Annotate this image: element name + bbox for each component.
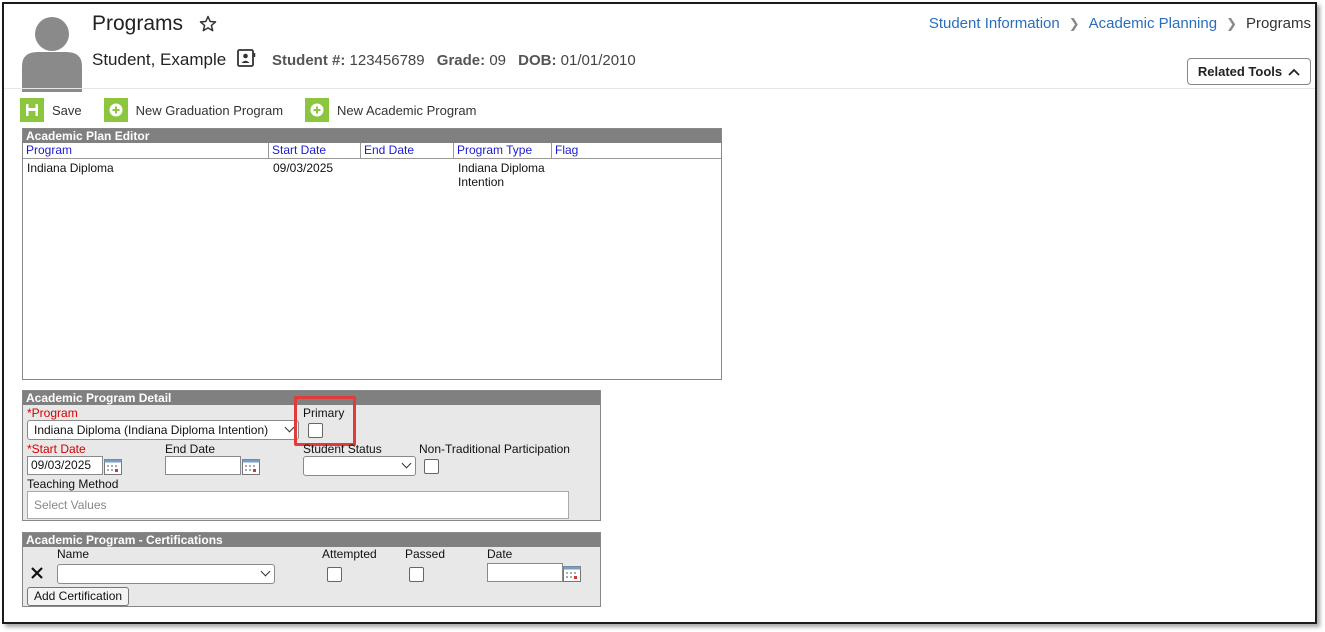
new-academic-program-button[interactable]: New Academic Program (305, 98, 477, 122)
chevron-down-icon (260, 566, 271, 577)
start-date-input[interactable]: 09/03/2025 (27, 456, 103, 475)
column-start-date[interactable]: Start Date (269, 143, 361, 158)
cell-program: Indiana Diploma (27, 161, 114, 175)
breadcrumb-academic-planning[interactable]: Academic Planning (1089, 15, 1217, 32)
cell-flag (552, 161, 612, 189)
panel-title: Academic Program - Certifications (23, 533, 600, 547)
program-select-value: Indiana Diploma (Indiana Diploma Intenti… (34, 423, 269, 437)
chevron-right-icon: ❯ (1068, 15, 1080, 31)
attempted-label: Attempted (322, 547, 377, 561)
cert-name-label: Name (57, 547, 90, 561)
table-row[interactable]: Indiana Diploma 09/03/2025 Indiana Diplo… (23, 159, 721, 189)
add-circle-icon (305, 98, 330, 122)
dob-label: DOB: (518, 52, 557, 69)
breadcrumb: Student Information ❯ Academic Planning … (929, 15, 1311, 32)
teaching-method-multiselect[interactable]: Select Values (27, 491, 569, 519)
page-title: Programs (92, 12, 184, 35)
cell-end-date (361, 161, 454, 189)
calendar-icon[interactable] (104, 459, 122, 475)
end-date-input[interactable] (165, 456, 241, 475)
calendar-icon[interactable] (242, 459, 260, 475)
panel-title: Academic Plan Editor (23, 129, 721, 143)
chevron-up-icon (1288, 68, 1300, 76)
star-icon[interactable] (198, 14, 218, 34)
student-status-select[interactable] (303, 456, 416, 476)
column-flag[interactable]: Flag (552, 143, 612, 158)
chevron-down-icon (401, 458, 412, 469)
student-num-label: Student #: (272, 52, 346, 69)
avatar (22, 17, 82, 92)
column-program[interactable]: Program (23, 143, 269, 158)
student-status-label: Student Status (303, 442, 382, 456)
end-date-label: End Date (165, 442, 216, 456)
program-label: *Program (27, 406, 78, 420)
highlight-box (294, 396, 356, 446)
cell-program-type: Indiana Diploma Intention (458, 161, 545, 189)
grid-header: Program Start Date End Date Program Type… (23, 143, 721, 159)
start-date-label: *Start Date (27, 442, 86, 456)
passed-checkbox[interactable] (409, 567, 424, 582)
delete-icon[interactable] (30, 566, 44, 580)
related-tools-button[interactable]: Related Tools (1187, 58, 1311, 85)
dob-value: 01/01/2010 (560, 52, 636, 69)
calendar-icon[interactable] (563, 566, 581, 582)
column-end-date[interactable]: End Date (361, 143, 454, 158)
certification-name-select[interactable] (57, 564, 275, 584)
toolbar: Save New Graduation Program New Academic… (20, 98, 499, 122)
new-academic-program-label: New Academic Program (337, 102, 477, 118)
non-traditional-label: Non-Traditional Participation (419, 442, 570, 456)
teaching-method-label: Teaching Method (27, 477, 119, 491)
save-icon (20, 98, 44, 122)
program-select[interactable]: Indiana Diploma (Indiana Diploma Intenti… (27, 420, 299, 440)
grade-label: Grade: (436, 52, 486, 69)
chevron-right-icon: ❯ (1226, 15, 1237, 31)
cell-start-date: 09/03/2025 (273, 161, 334, 175)
app-frame: Programs Student, Example Student #: 123… (2, 2, 1317, 624)
non-traditional-checkbox[interactable] (424, 459, 439, 474)
new-graduation-program-label: New Graduation Program (135, 102, 284, 118)
save-label: Save (52, 102, 82, 118)
student-num: 123456789 (349, 52, 425, 69)
column-program-type[interactable]: Program Type (454, 143, 552, 158)
academic-plan-editor: Academic Plan Editor Program Start Date … (22, 128, 722, 380)
student-meta: Student #: 123456789 Grade: 09 DOB: 01/0… (272, 52, 636, 69)
breadcrumb-student-information[interactable]: Student Information (929, 15, 1060, 32)
add-circle-icon (103, 98, 128, 122)
breadcrumb-programs: Programs (1245, 15, 1311, 32)
add-certification-button[interactable]: Add Certification (27, 587, 130, 606)
grade-value: 09 (489, 52, 506, 69)
contact-card-icon[interactable] (236, 48, 256, 68)
passed-label: Passed (405, 547, 446, 561)
cert-date-label: Date (487, 547, 513, 561)
related-tools-label: Related Tools (1197, 64, 1283, 79)
new-graduation-program-button[interactable]: New Graduation Program (103, 98, 284, 122)
attempted-checkbox[interactable] (327, 567, 342, 582)
cert-date-input[interactable] (487, 563, 563, 582)
chevron-down-icon (284, 422, 295, 433)
student-name: Student, Example (92, 50, 227, 69)
header-divider (4, 88, 1315, 89)
save-button[interactable]: Save (20, 98, 82, 122)
